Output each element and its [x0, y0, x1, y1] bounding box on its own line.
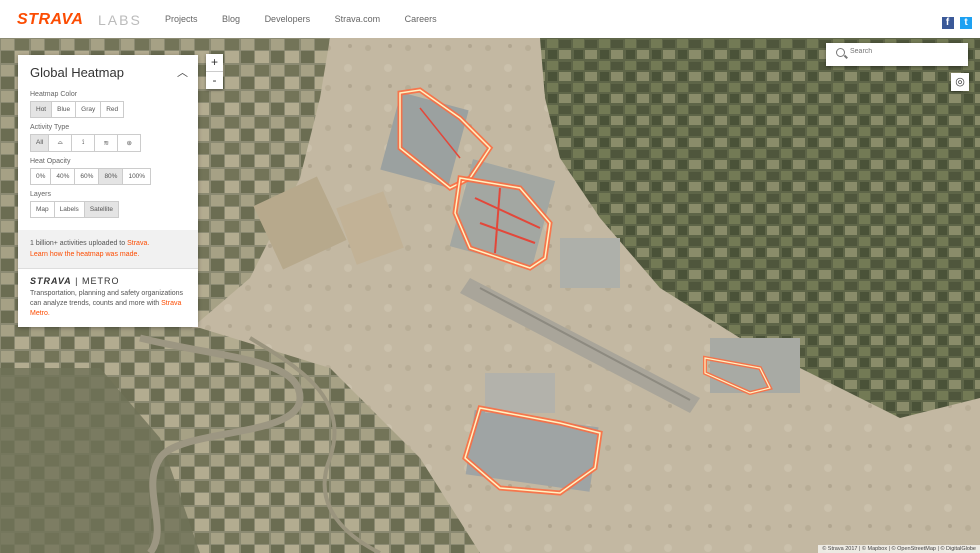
- activity-type-label: Activity Type: [30, 124, 70, 131]
- heat-opacity-label: Heat Opacity: [30, 158, 71, 165]
- activity-type-section: Activity Type All ⌓ ⟟ ≋ ⊛: [18, 124, 198, 152]
- heatmap-how-link[interactable]: Learn how the heatmap was made.: [30, 251, 139, 258]
- color-gray-button[interactable]: Gray: [75, 101, 102, 118]
- metro-box: STRAVA | METRO Transportation, planning …: [18, 268, 198, 327]
- labs-logo[interactable]: LABS: [98, 12, 142, 28]
- strava-metro-logo[interactable]: STRAVA | METRO: [30, 276, 186, 286]
- run-icon[interactable]: ⟟: [71, 134, 96, 152]
- opacity-40-button[interactable]: 40%: [50, 168, 76, 185]
- info-text: 1 billion+ activities uploaded to: [30, 240, 126, 247]
- color-hot-button[interactable]: Hot: [30, 101, 53, 118]
- opacity-80-button[interactable]: 80%: [98, 168, 124, 185]
- twitter-icon[interactable]: t: [960, 17, 972, 29]
- panel-header: Global Heatmap ︿: [18, 55, 198, 85]
- nav-links: Projects Blog Developers Strava.com Care…: [165, 14, 459, 24]
- panel-title: Global Heatmap: [30, 65, 124, 80]
- top-nav-bar: STRAVA LABS Projects Blog Developers Str…: [0, 0, 980, 39]
- heatmap-panel: Global Heatmap ︿ Heatmap Color Hot Blue …: [18, 55, 198, 327]
- nav-blog[interactable]: Blog: [222, 14, 240, 24]
- locate-icon[interactable]: ◎: [951, 73, 969, 91]
- bike-icon[interactable]: ⌓: [48, 134, 73, 152]
- strava-logo[interactable]: STRAVA: [17, 11, 83, 29]
- opacity-100-button[interactable]: 100%: [122, 168, 152, 185]
- heatmap-color-section: Heatmap Color Hot Blue Gray Red: [18, 91, 198, 118]
- search-box: [826, 43, 968, 66]
- layer-map-button[interactable]: Map: [30, 201, 55, 218]
- nav-careers[interactable]: Careers: [405, 14, 437, 24]
- winter-icon[interactable]: ⊛: [117, 134, 142, 152]
- layers-section: Layers Map Labels Satellite: [18, 191, 198, 218]
- strava-link[interactable]: Strava.: [127, 240, 149, 247]
- zoom-in-button[interactable]: +: [206, 54, 223, 72]
- metro-logo-metro: METRO: [82, 276, 120, 286]
- layer-labels-button[interactable]: Labels: [53, 201, 85, 218]
- search-icon: [836, 48, 845, 57]
- zoom-out-button[interactable]: -: [206, 72, 223, 89]
- metro-logo-strava: STRAVA: [30, 276, 72, 286]
- info-box: 1 billion+ activities uploaded to Strava…: [18, 230, 198, 268]
- search-input[interactable]: [848, 47, 962, 56]
- color-red-button[interactable]: Red: [100, 101, 125, 118]
- chevron-up-icon[interactable]: ︿: [177, 64, 188, 80]
- opacity-60-button[interactable]: 60%: [74, 168, 100, 185]
- nav-projects[interactable]: Projects: [165, 14, 198, 24]
- nav-developers[interactable]: Developers: [265, 14, 311, 24]
- heat-opacity-section: Heat Opacity 0% 40% 60% 80% 100%: [18, 158, 198, 185]
- water-icon[interactable]: ≋: [94, 134, 119, 152]
- activity-all-button[interactable]: All: [30, 134, 50, 152]
- opacity-0-button[interactable]: 0%: [30, 168, 52, 185]
- color-blue-button[interactable]: Blue: [51, 101, 77, 118]
- layers-label: Layers: [30, 191, 52, 198]
- nav-strava-com[interactable]: Strava.com: [335, 14, 381, 24]
- facebook-icon[interactable]: f: [941, 17, 954, 29]
- social-links: f t: [940, 12, 972, 30]
- layer-satellite-button[interactable]: Satellite: [83, 201, 119, 218]
- heatmap-color-label: Heatmap Color: [30, 91, 78, 98]
- zoom-controls: + -: [206, 54, 223, 89]
- map-attribution[interactable]: © Strava 2017 | © Mapbox | © OpenStreetM…: [818, 545, 980, 553]
